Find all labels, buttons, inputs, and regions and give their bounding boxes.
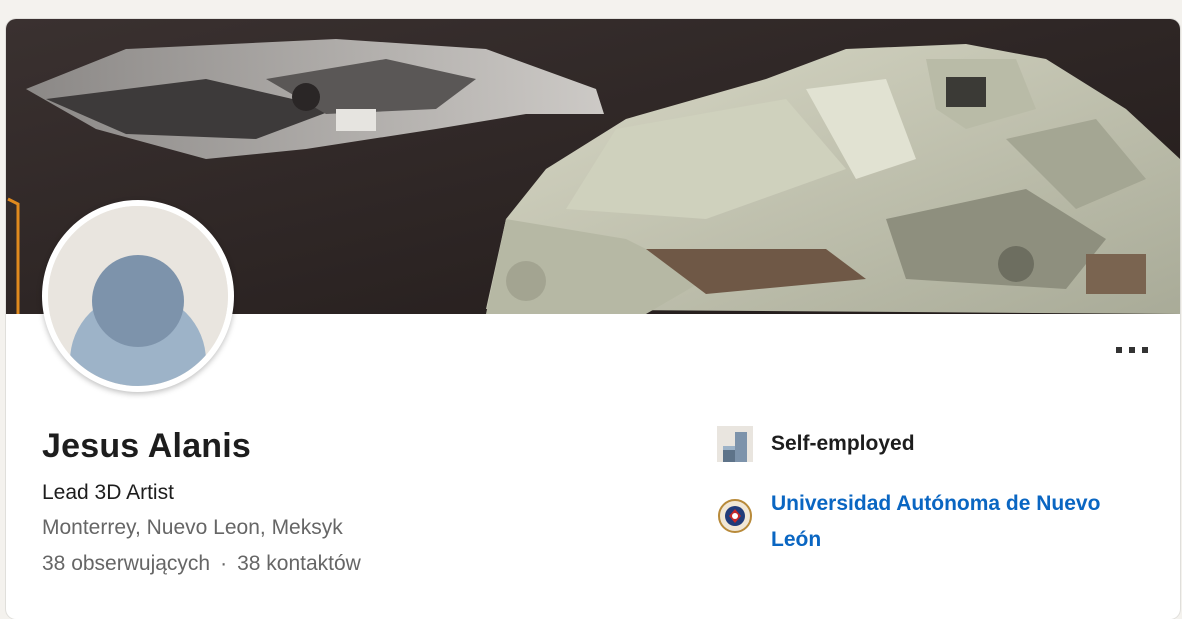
profile-headline: Lead 3D Artist [42,481,174,504]
current-company[interactable]: Self-employed [717,426,915,462]
school-name-link[interactable]: Universidad Autónoma de Nuevo León [771,486,1151,558]
university-seal-icon [717,498,753,534]
more-actions-button[interactable] [1112,335,1152,365]
separator-dot: · [220,552,228,575]
more-horizontal-icon [1116,347,1148,353]
followers-count[interactable]: 38 obserwujących [42,552,210,575]
profile-card: Jesus Alanis Lead 3D Artist Monterrey, N… [6,19,1180,619]
profile-photo[interactable] [42,200,234,392]
education-school[interactable]: Universidad Autónoma de Nuevo León [717,486,1151,558]
profile-location: Monterrey, Nuevo Leon, Meksyk [42,516,343,539]
network-info: 38 obserwujących · 38 kontaktów [42,552,361,576]
profile-name: Jesus Alanis [42,427,252,465]
default-avatar-icon [48,206,228,386]
connections-count[interactable]: 38 kontaktów [237,552,361,575]
company-name: Self-employed [771,432,915,455]
company-logo-icon [717,426,753,462]
